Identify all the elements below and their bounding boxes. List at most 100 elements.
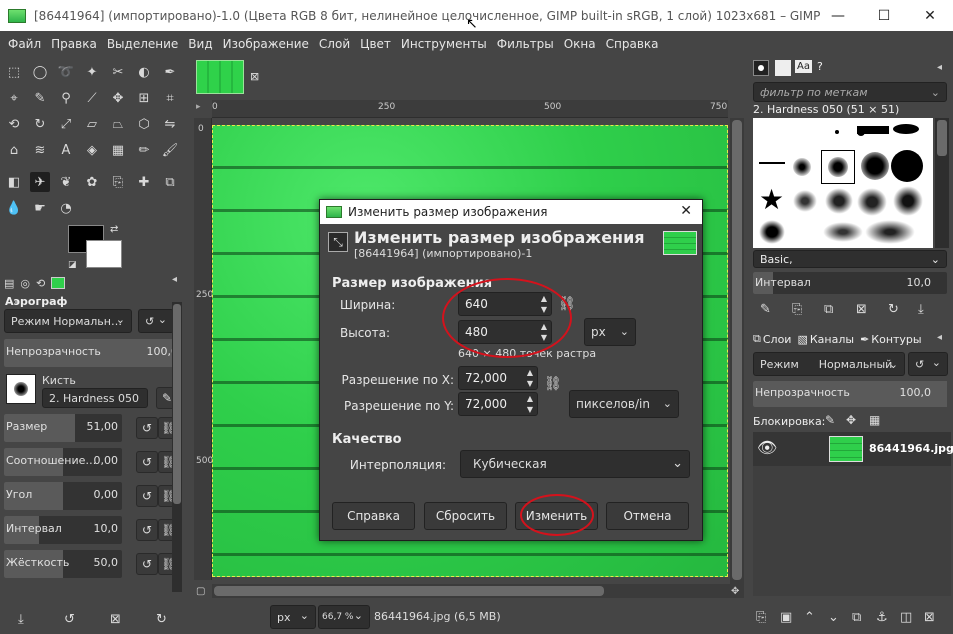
width-input[interactable]: 640 ▲ ▼ [458,292,552,316]
anchor-layer-icon[interactable]: ⚓ [876,610,888,625]
heal-icon[interactable]: ✚ [134,172,154,192]
airbrush-icon[interactable]: ✈ [30,172,50,192]
paint-mode-select[interactable]: Режим Нормальн… ⌄ [4,309,132,333]
brush-item[interactable] [857,188,887,216]
clone-icon[interactable]: ⎘ [108,172,128,192]
undo-history-tab-icon[interactable]: ⟲ [36,277,45,290]
interpolation-select[interactable]: Кубическая ⌄ [460,450,690,478]
quick-mask-icon[interactable]: ▢ [196,586,205,597]
edit-brush-icon[interactable]: ✎ [760,302,771,317]
brush-spacing-slider[interactable]: Интервал 10,0 [753,272,947,294]
delete-brush-icon[interactable]: ⊠ [856,302,867,317]
eyedropper-icon[interactable]: ✎ [30,88,50,108]
navigate-icon[interactable]: ✥ [731,586,739,597]
resolution-unit-select[interactable]: пикселов/in ⌄ [569,390,679,418]
blur-icon[interactable]: 💧 [4,198,24,218]
y-resolution-input[interactable]: 72,000 ▲ ▼ [458,392,538,416]
x-resolution-input[interactable]: 72,000 ▲ ▼ [458,366,538,390]
layer-name[interactable]: 86441964.jpg [869,442,953,455]
minimize-button[interactable]: — [815,0,861,31]
brush-item[interactable] [893,124,919,134]
brush-filter-input[interactable]: фильтр по меткам ⌄ [753,82,947,102]
brush-item[interactable] [793,190,817,212]
crop-icon[interactable]: ⌗ [160,88,180,108]
menu-color[interactable]: Цвет [356,37,397,51]
dodge-burn-icon[interactable]: ◔ [56,198,76,218]
canvas-vertical-scrollbar[interactable] [730,118,744,586]
rotate-icon[interactable]: ↻ [30,114,50,134]
move-icon[interactable]: ✥ [108,88,128,108]
brush-item[interactable] [893,186,923,216]
reset-options-icon[interactable]: ↻ [156,612,167,627]
menu-filters[interactable]: Фильтры [493,37,560,51]
delete-options-icon[interactable]: ⊠ [110,612,121,627]
new-brush-icon[interactable]: ⎘ [792,302,802,317]
help-button[interactable]: Справка [332,502,415,530]
reset-button[interactable]: Сбросить [424,502,507,530]
size-unit-select[interactable]: px ⌄ [584,318,636,346]
measure-icon[interactable]: ⟋ [82,88,102,108]
aspect-slider[interactable]: Соотношение… 0,00 [4,448,122,476]
maximize-button[interactable]: ☐ [861,0,907,31]
brush-item[interactable] [835,130,839,134]
info-tab-icon[interactable]: ? [817,60,823,73]
swap-colors-icon[interactable]: ⇄ [110,224,118,235]
align-icon[interactable]: ⊞ [134,88,154,108]
brushes-tab-icon[interactable] [753,60,769,76]
brush-name-field[interactable]: 2. Hardness 050 [42,388,148,408]
unit-select[interactable]: px ⌄ [270,605,316,629]
raise-layer-icon[interactable]: ⌃ [804,610,815,625]
perspective-icon[interactable]: ⏢ [108,114,128,134]
size-chain-link-icon[interactable]: ⛓ [558,296,576,312]
menu-help[interactable]: Справка [602,37,665,51]
brush-item[interactable] [825,188,853,214]
menu-tools[interactable]: Инструменты [397,37,493,51]
canvas-horizontal-scrollbar[interactable] [212,584,744,598]
delete-layer-icon[interactable]: ⊠ [924,610,935,625]
menu-edit[interactable]: Правка [47,37,103,51]
duplicate-brush-icon[interactable]: ⧉ [824,302,833,317]
visibility-eye-icon[interactable]: 👁 [757,438,777,457]
foreground-select-icon[interactable]: ◐ [134,62,154,82]
size-slider[interactable]: Размер 51,00 [4,414,122,442]
eraser-icon[interactable]: ◧ [4,172,24,192]
scissors-icon[interactable]: ✂ [108,62,128,82]
bucket-fill-icon[interactable]: ◈ [82,140,102,160]
background-color-swatch[interactable] [86,240,122,268]
spin-arrows-icon[interactable]: ▲ ▼ [541,321,547,343]
flip-icon[interactable]: ⇋ [160,114,180,134]
panel-menu-icon[interactable]: ◂ [172,274,177,285]
rect-select-icon[interactable]: ⬚ [4,62,24,82]
brush-item[interactable] [857,126,889,134]
ellipse-select-icon[interactable]: ◯ [30,62,50,82]
tab-paths[interactable]: Контуры [871,333,921,346]
brush-preview[interactable] [6,374,36,404]
spacing-reset-icon[interactable]: ↺ [136,519,158,541]
layer-opacity-slider[interactable]: Непрозрачность 100,0 [753,381,947,407]
images-tab-icon[interactable] [51,277,66,289]
color-picker-icon[interactable]: ⌖ [4,88,24,108]
save-options-icon[interactable]: ⤓ [18,612,24,627]
hardness-slider[interactable]: Жёсткость 50,0 [4,550,122,578]
size-reset-icon[interactable]: ↺ [136,417,158,439]
spin-arrows-icon[interactable]: ▲ ▼ [541,293,547,315]
tool-options-tab-icon[interactable]: ▤ [4,277,14,290]
mode-reset-button[interactable]: ↺ ⌄ [138,309,174,333]
lock-alpha-icon[interactable]: ▦ [869,413,880,427]
spin-arrows-icon[interactable]: ▲ ▼ [527,393,533,415]
brush-item[interactable] [793,158,811,176]
new-group-icon[interactable]: ▣ [780,610,792,625]
angle-slider[interactable]: Угол 0,00 [4,482,122,510]
duplicate-layer-icon[interactable]: ⧉ [852,610,861,625]
hardness-reset-icon[interactable]: ↺ [136,553,158,575]
paths-icon[interactable]: ✒ [160,62,180,82]
shear-icon[interactable]: ▱ [82,114,102,134]
image-tab-thumbnail[interactable] [196,60,244,94]
height-input[interactable]: 480 ▲ ▼ [458,320,552,344]
brush-preset-select[interactable]: Basic, ⌄ [753,250,947,268]
cage-icon[interactable]: ⌂ [4,140,24,160]
3d-transform-icon[interactable]: ⬡ [134,114,154,134]
refresh-brushes-icon[interactable]: ↻ [888,302,899,317]
brush-item[interactable] [759,162,785,164]
spin-arrows-icon[interactable]: ▲ ▼ [527,367,533,389]
